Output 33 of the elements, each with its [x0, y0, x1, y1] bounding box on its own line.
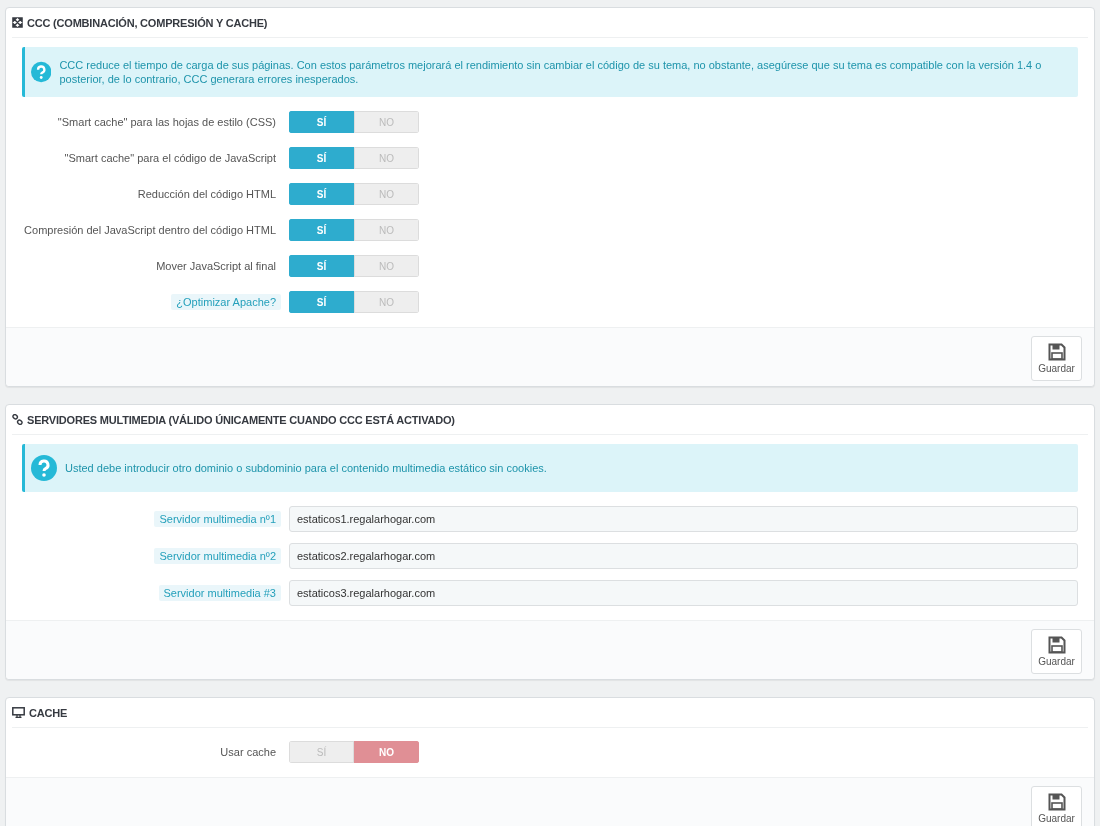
- field-label: Compresión del JavaScript dentro del código HTML: [23, 223, 277, 238]
- text-input[interactable]: estaticos3.regalarhogar.com: [289, 580, 1078, 606]
- switch-option[interactable]: SÍ: [289, 219, 354, 241]
- field-label: "Smart cache" para las hojas de estilo (CSS): [56, 115, 277, 130]
- help-label: Servidor multimedia nº2: [154, 548, 281, 564]
- link-icon: [12, 414, 23, 425]
- switch-option[interactable]: SÍ: [289, 111, 354, 133]
- alert-text: Usted debe introducir otro dominio o subdominio para el contenido multimedia estático sin cookies.: [65, 461, 547, 475]
- help-label: Servidor multimedia nº1: [154, 511, 281, 527]
- field-label: Reducción del código HTML: [136, 187, 277, 202]
- question-icon: [31, 59, 52, 85]
- save-button[interactable]: Guardar: [1031, 336, 1082, 381]
- save-button[interactable]: Guardar: [1031, 629, 1082, 674]
- save-button[interactable]: Guardar: [1031, 786, 1082, 826]
- field-label: Usar cache: [219, 745, 277, 760]
- alert-text: CCC reduce el tiempo de carga de sus páginas. Con estos parámetros mejorará el rendimiento sin cambiar el código de su tema, no obstante, asegúrese que su tema es compatible con la versión 1.4 o posterior, de lo contrario, CCC generara errores inesperados.: [59, 58, 1043, 86]
- switch-option[interactable]: NO: [354, 741, 419, 763]
- switch-option[interactable]: SÍ: [289, 183, 354, 205]
- monitor-icon: [12, 707, 25, 718]
- panel-title: CACHE: [29, 706, 68, 719]
- text-input[interactable]: estaticos1.regalarhogar.com: [289, 506, 1078, 532]
- field-label: Mover JavaScript al final: [155, 259, 277, 274]
- panel-title: SERVIDORES MULTIMEDIA (VÁLIDO ÚNICAMENTE CUANDO CCC ESTÁ ACTIVADO): [27, 413, 455, 426]
- question-icon: [31, 455, 57, 481]
- switch-option[interactable]: SÍ: [289, 291, 354, 313]
- panel-title: CCC (COMBINACIÓN, COMPRESIÓN Y CACHE): [27, 16, 268, 29]
- switch-option[interactable]: SÍ: [289, 255, 354, 277]
- switch-option[interactable]: SÍ: [289, 147, 354, 169]
- field-label: "Smart cache" para el código de JavaScript: [63, 151, 277, 166]
- expand-arrows-icon: [12, 17, 23, 28]
- text-input[interactable]: estaticos2.regalarhogar.com: [289, 543, 1078, 569]
- help-label: Servidor multimedia #3: [158, 585, 281, 601]
- help-label: ¿Optimizar Apache?: [171, 294, 281, 310]
